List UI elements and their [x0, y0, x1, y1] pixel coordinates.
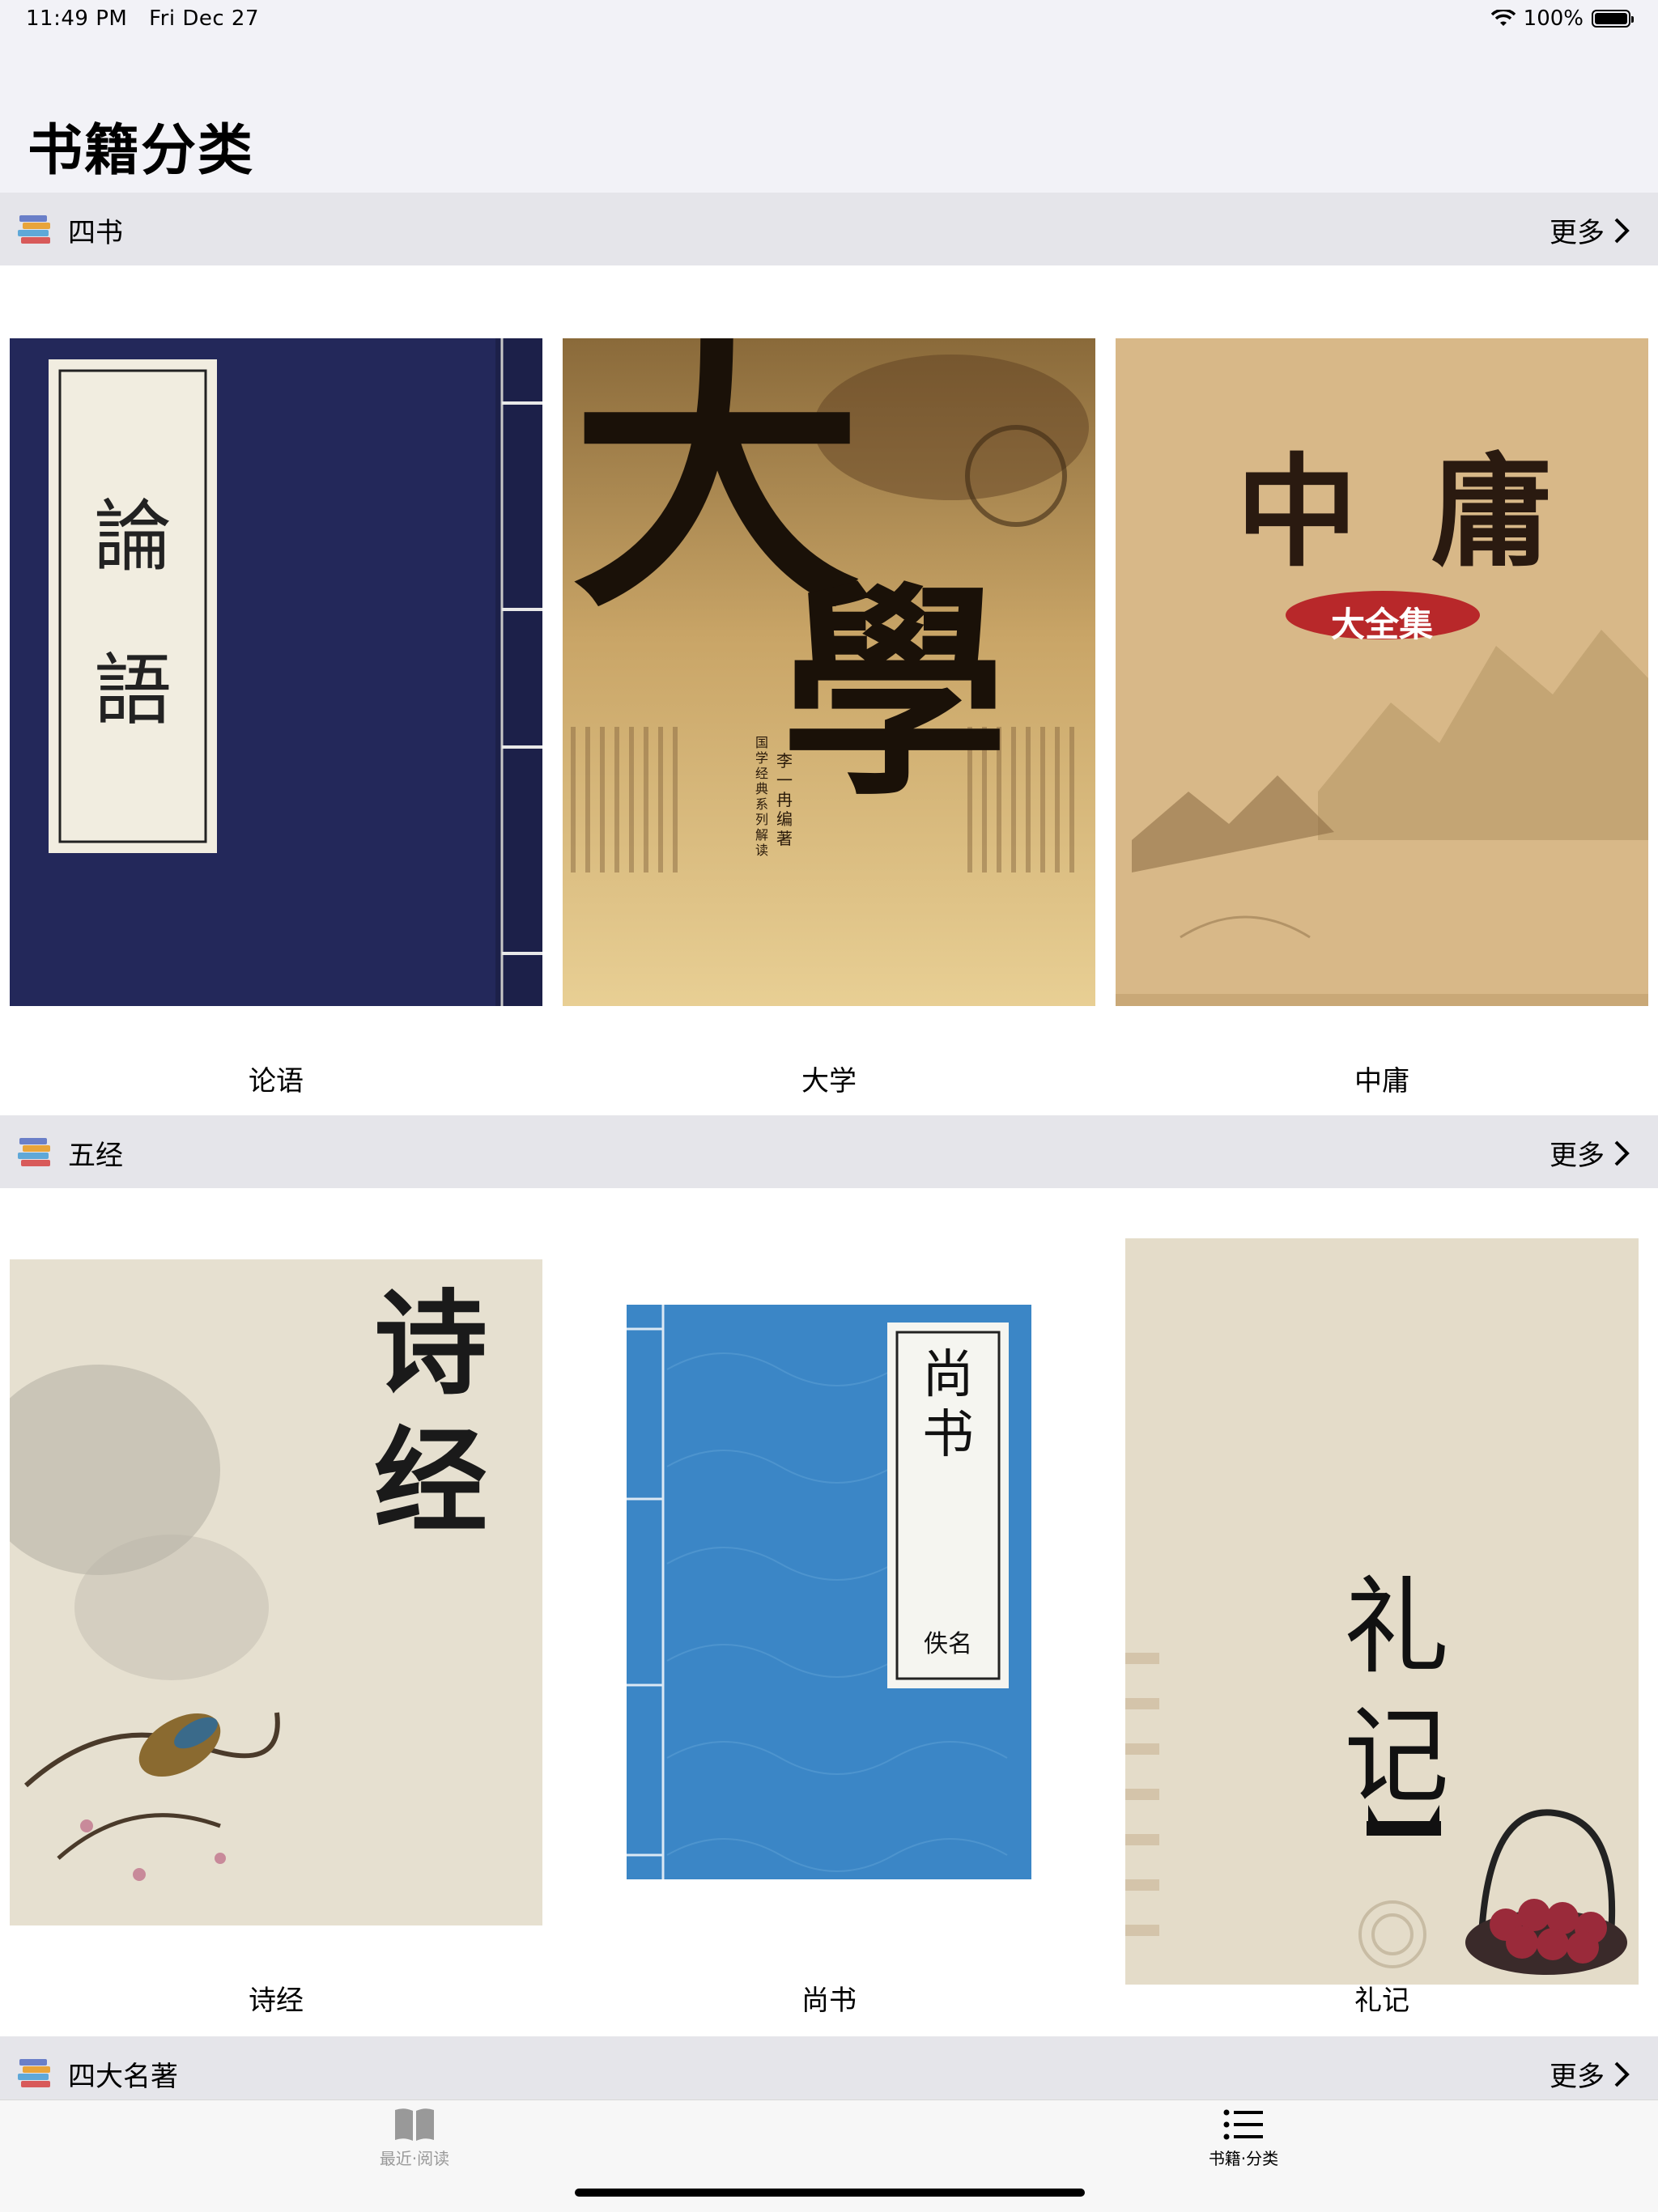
status-bar: 11:49 PM Fri Dec 27 100%	[0, 0, 1658, 39]
chevron-right-icon	[1614, 1140, 1630, 1165]
more-label: 更多	[1550, 217, 1605, 249]
status-time-date: 11:49 PM Fri Dec 27	[26, 6, 274, 31]
book-cover: 礼 记	[1125, 1238, 1639, 1985]
books-stack-icon	[18, 215, 50, 244]
cover-title-char: 學	[781, 561, 1008, 827]
book-title: 礼记	[1354, 1985, 1409, 2017]
status-date: Fri Dec 27	[149, 6, 259, 31]
list-icon	[1223, 2109, 1263, 2140]
more-button-wujing[interactable]: 更多	[1550, 1133, 1630, 1173]
tab-label: 最近·阅读	[379, 2149, 450, 2168]
book-cover: 尚 书 佚名	[627, 1305, 1031, 1879]
cover-title-char: 庸	[1431, 441, 1626, 584]
tab-book-categories[interactable]: 书籍·分类	[1122, 2100, 1365, 2197]
cover-title-char: 礼	[1344, 1565, 1450, 1688]
book-liji[interactable]: 礼 记 礼记	[1116, 1238, 1648, 2028]
book-title: 大学	[801, 1065, 857, 1098]
cover-author: 佚名	[924, 1630, 972, 1658]
section-title: 五经	[68, 1140, 123, 1172]
book-cover: 論 語	[10, 338, 542, 1006]
battery-percent: 100%	[1523, 6, 1584, 31]
more-button-sidamingzhu[interactable]: 更多	[1550, 2054, 1630, 2094]
tab-label: 书籍·分类	[1208, 2149, 1279, 2168]
books-stack-icon	[18, 1138, 50, 1166]
cover-title-char: 记	[1344, 1695, 1450, 1818]
book-title: 尚书	[801, 1985, 857, 2017]
books-stack-icon	[18, 2059, 50, 2087]
book-title: 诗经	[249, 1985, 304, 2017]
battery-icon	[1592, 10, 1634, 28]
cover-author: 李一冉 编著	[776, 751, 793, 848]
more-label: 更多	[1550, 1140, 1605, 1172]
book-cover: 大 學 国学经典系列解读 李一冉 编著	[563, 338, 1095, 1006]
book-icon	[395, 2108, 434, 2141]
more-button-sishu[interactable]: 更多	[1550, 210, 1630, 250]
cover-title-char: 诗	[374, 1278, 488, 1411]
status-indicators: 100%	[1490, 6, 1634, 31]
book-cover: 中庸 大全集	[1116, 338, 1648, 1006]
book-daxue[interactable]: 大 學 国学经典系列解读 李一冉 编著 大学	[563, 338, 1095, 1107]
book-title: 论语	[249, 1065, 304, 1098]
cover-title-char: 尚	[922, 1345, 974, 1405]
section-header-sishu: 四书 更多	[0, 193, 1658, 265]
cover-title-char: 論	[94, 491, 172, 582]
book-lunyu[interactable]: 論 語 论语	[10, 338, 542, 1107]
more-label: 更多	[1550, 2061, 1605, 2093]
chevron-right-icon	[1614, 2061, 1630, 2087]
section-title: 四书	[68, 217, 123, 249]
page-title: 书籍分类	[28, 119, 255, 183]
cover-title-char: 中	[1235, 441, 1431, 584]
cover-title-char: 经	[374, 1416, 488, 1548]
book-shangshu[interactable]: 尚 书 佚名 尚书	[563, 1259, 1095, 2028]
status-time: 11:49 PM	[26, 6, 128, 31]
cover-title-char: 书	[922, 1405, 974, 1465]
tab-recent-reading[interactable]: 最近·阅读	[293, 2100, 536, 2197]
cover-title-char: 語	[94, 645, 172, 736]
book-shijing[interactable]: 诗 经 诗经	[10, 1259, 542, 2028]
chevron-right-icon	[1614, 218, 1630, 243]
home-indicator	[575, 2189, 1085, 2197]
book-zhongyong[interactable]: 中庸 大全集 中庸	[1116, 338, 1648, 1107]
cover-subtitle: 大全集	[1330, 605, 1433, 644]
wifi-icon	[1490, 10, 1516, 26]
section-header-sidamingzhu: 四大名著 更多	[0, 2036, 1658, 2099]
book-cover: 诗 经	[10, 1259, 542, 1925]
section-title: 四大名著	[68, 2061, 178, 2093]
book-title: 中庸	[1354, 1065, 1409, 1098]
category-list[interactable]: 四书 更多 論 語 论语 大 學 国学经典系列解读 李一冉 编著 大学 中庸 大…	[0, 193, 1658, 2099]
section-header-wujing: 五经 更多	[0, 1115, 1658, 1188]
cover-series: 国学经典系列解读	[755, 735, 769, 858]
